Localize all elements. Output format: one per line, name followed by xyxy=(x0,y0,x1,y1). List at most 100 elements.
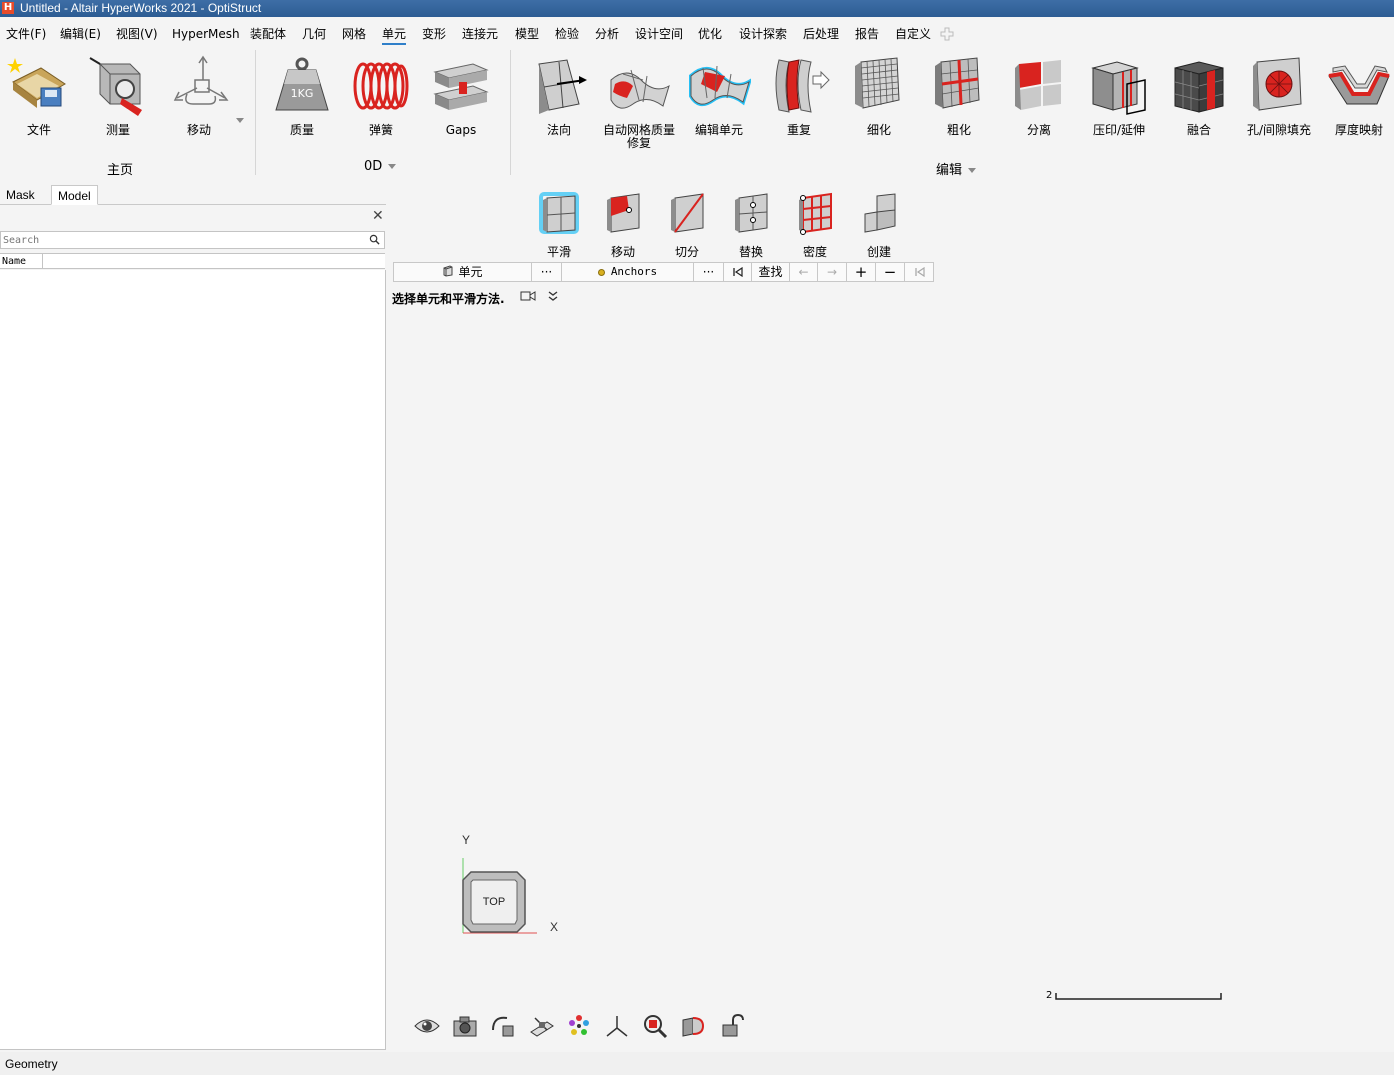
move-arrows-icon xyxy=(173,55,229,105)
add-selection-button[interactable]: + xyxy=(847,263,876,281)
next-button[interactable]: → xyxy=(818,263,847,281)
menu-geometry[interactable]: 几何 xyxy=(302,26,326,42)
menu-post[interactable]: 后处理 xyxy=(803,26,839,42)
menu-morph[interactable]: 变形 xyxy=(422,26,446,42)
axis-triad-icon[interactable] xyxy=(603,1012,631,1040)
clipping-plane-icon[interactable] xyxy=(527,1012,555,1040)
axis-label-x: X xyxy=(550,920,559,934)
search-input[interactable] xyxy=(1,232,361,249)
menu-design-space[interactable]: 设计空间 xyxy=(635,26,683,42)
imprint-extend-icon xyxy=(1091,61,1146,115)
group-label-edit[interactable]: 编辑 xyxy=(936,159,977,178)
tool-label: 融合 xyxy=(1186,123,1211,137)
tab-model[interactable]: Model xyxy=(51,185,98,205)
model-tree[interactable] xyxy=(0,270,386,1050)
tool-label: 孔/间隙填充 xyxy=(1246,123,1312,137)
column-header-name[interactable]: Name xyxy=(2,256,26,267)
menu-edit[interactable]: 编辑(E) xyxy=(60,26,101,42)
tool-normals[interactable]: 法向 xyxy=(520,54,598,137)
app-window: H Untitled - Altair HyperWorks 2021 - Op… xyxy=(0,0,1394,1075)
menu-file[interactable]: 文件(F) xyxy=(6,26,46,42)
tool-label: 移动 xyxy=(186,123,211,137)
menu-analysis[interactable]: 分析 xyxy=(595,26,619,42)
menu-report[interactable]: 报告 xyxy=(855,26,879,42)
tool-file[interactable]: 文件 xyxy=(0,54,78,137)
tool-label: 测量 xyxy=(105,123,130,137)
record-video-icon[interactable] xyxy=(520,290,536,302)
remove-selection-button[interactable]: − xyxy=(876,263,905,281)
tool-imprint[interactable]: 压印/延伸 xyxy=(1080,54,1158,137)
entity-type-selector[interactable]: 单元 xyxy=(394,263,532,281)
title-bar[interactable]: H Untitled - Altair HyperWorks 2021 - Op… xyxy=(0,0,1394,17)
previous-button[interactable]: ← xyxy=(790,263,818,281)
search-icon[interactable] xyxy=(369,234,380,245)
create-element-icon xyxy=(864,193,896,233)
spring-icon xyxy=(353,62,409,110)
tool-auto-quality[interactable]: 自动网格质量修复 xyxy=(600,54,678,150)
tool-spring[interactable]: 弹簧 xyxy=(342,54,420,137)
subtool-create[interactable]: 创建 xyxy=(852,190,906,259)
chevron-double-down-icon[interactable] xyxy=(548,290,558,302)
smooth-icon xyxy=(539,192,579,234)
reset-selection-button[interactable] xyxy=(724,263,752,281)
tool-translate[interactable]: 移动 xyxy=(160,54,238,137)
menu-validate[interactable]: 检验 xyxy=(555,26,579,42)
display-mode-icon[interactable] xyxy=(679,1012,707,1040)
subtool-split[interactable]: 切分 xyxy=(660,190,714,259)
menu-bar: 文件(F) 编辑(E) 视图(V) HyperMesh 装配体 几何 网格 单元… xyxy=(0,22,1394,46)
tool-measure[interactable]: 测量 xyxy=(79,54,157,137)
tool-element-edit[interactable]: 编辑单元 xyxy=(680,54,758,137)
anchors-selector[interactable]: Anchors xyxy=(562,263,694,281)
home-overflow-caret-icon[interactable] xyxy=(236,118,244,123)
rotate-view-icon[interactable] xyxy=(489,1012,517,1040)
subtool-label: 替换 xyxy=(738,245,763,259)
split-quad-icon xyxy=(671,193,704,233)
group-label-0d[interactable]: 0D xyxy=(364,159,397,174)
tool-gaps[interactable]: Gaps xyxy=(422,54,500,137)
clear-selection-button[interactable] xyxy=(905,263,934,281)
color-palette-icon[interactable] xyxy=(565,1012,593,1040)
view-cube[interactable]: TOP xyxy=(455,858,545,938)
menu-assembly[interactable]: 装配体 xyxy=(250,26,286,42)
tool-hole-fill[interactable]: 孔/间隙填充 xyxy=(1240,54,1318,137)
column-divider[interactable] xyxy=(42,254,43,269)
menu-design-explore[interactable]: 设计探索 xyxy=(739,26,787,42)
tool-coarsen[interactable]: 粗化 xyxy=(920,54,998,137)
tool-split[interactable]: 分离 xyxy=(1000,54,1078,137)
menu-model[interactable]: 模型 xyxy=(515,26,539,42)
zoom-find-icon[interactable] xyxy=(641,1012,669,1040)
menu-hypermesh[interactable]: HyperMesh xyxy=(172,26,240,42)
tool-refine[interactable]: 细化 xyxy=(840,54,918,137)
anchors-options-button[interactable]: ··· xyxy=(694,263,724,281)
find-button[interactable]: 查找 xyxy=(752,263,790,281)
minus-icon: − xyxy=(883,263,897,281)
measure-icon xyxy=(89,57,142,116)
menu-view[interactable]: 视图(V) xyxy=(116,26,158,42)
menu-connectors[interactable]: 连接元 xyxy=(462,26,498,42)
tool-label: 文件 xyxy=(26,123,51,137)
tool-blend[interactable]: 融合 xyxy=(1160,54,1238,137)
close-icon[interactable]: ✕ xyxy=(372,208,384,224)
tool-duplicate[interactable]: 重复 xyxy=(760,54,838,137)
entity-options-button[interactable]: ··· xyxy=(532,263,562,281)
element-edit-icon xyxy=(689,65,751,107)
subtool-label: 移动 xyxy=(610,245,635,259)
subtool-replace[interactable]: 替换 xyxy=(724,190,778,259)
tool-thickness-map[interactable]: 厚度映射 xyxy=(1320,54,1394,137)
subtool-move[interactable]: 移动 xyxy=(596,190,650,259)
group-label-0d-text: 0D xyxy=(364,159,383,174)
menu-elements[interactable]: 单元 xyxy=(382,26,407,45)
add-tab-icon[interactable] xyxy=(940,27,954,41)
window-title: Untitled - Altair HyperWorks 2021 - Opti… xyxy=(20,1,262,15)
menu-optimize[interactable]: 优化 xyxy=(698,26,722,42)
tab-mask[interactable]: Mask xyxy=(0,185,41,205)
tool-mass[interactable]: 1KG 质量 xyxy=(263,54,341,137)
lock-icon[interactable] xyxy=(717,1012,745,1040)
menu-custom[interactable]: 自定义 xyxy=(895,26,931,42)
camera-icon[interactable] xyxy=(451,1012,479,1040)
subtool-smooth[interactable]: 平滑 xyxy=(532,190,586,259)
visualization-eye-icon[interactable] xyxy=(413,1012,441,1040)
menu-mesh[interactable]: 网格 xyxy=(342,26,366,42)
subtool-density[interactable]: 密度 xyxy=(788,190,842,259)
status-bar: Geometry xyxy=(0,1052,1394,1075)
